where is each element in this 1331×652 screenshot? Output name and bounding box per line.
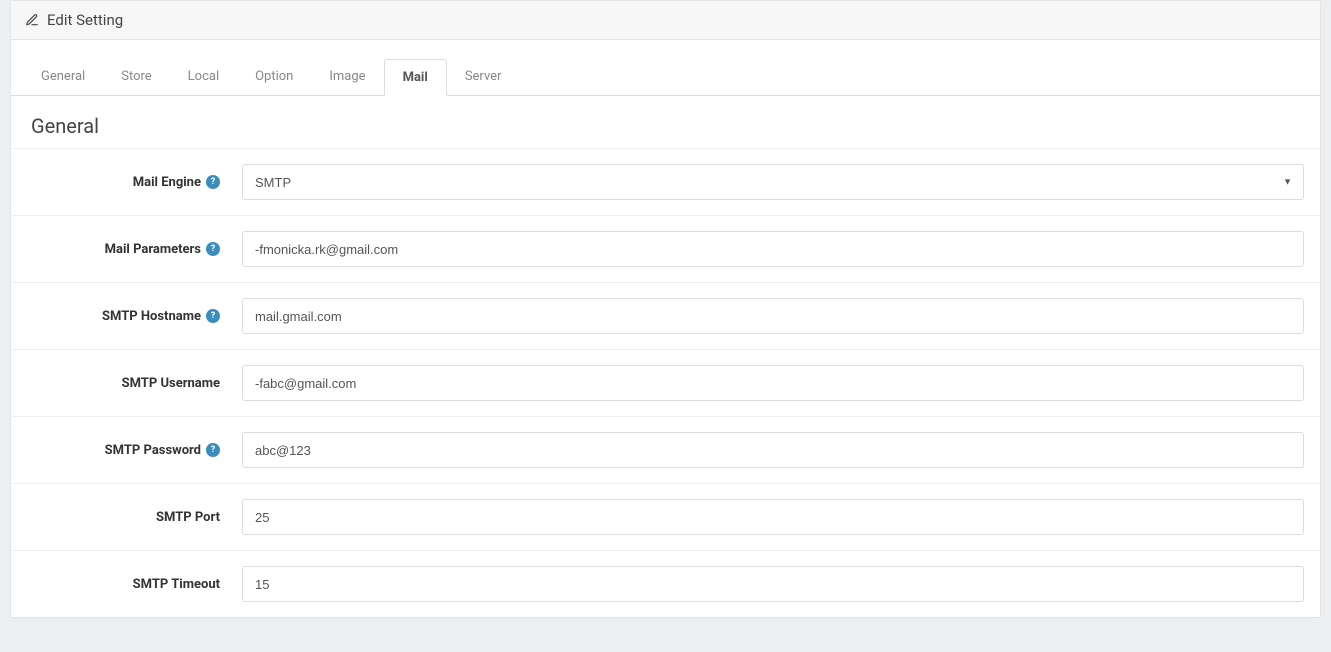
label-smtp-timeout: SMTP Timeout — [27, 577, 242, 592]
help-icon[interactable]: ? — [206, 443, 220, 457]
row-smtp-timeout: SMTP Timeout — [11, 551, 1320, 617]
row-smtp-username: SMTP Username — [11, 350, 1320, 417]
help-icon[interactable]: ? — [206, 175, 220, 189]
label-smtp-port: SMTP Port — [27, 510, 242, 525]
label-text-smtp-port: SMTP Port — [156, 510, 220, 525]
label-text-smtp-username: SMTP Username — [122, 376, 220, 391]
label-text-smtp-timeout: SMTP Timeout — [133, 577, 220, 592]
row-smtp-password: SMTP Password ? — [11, 417, 1320, 484]
row-mail-parameters: Mail Parameters ? — [11, 216, 1320, 283]
label-mail-parameters: Mail Parameters ? — [27, 242, 242, 257]
label-smtp-hostname: SMTP Hostname ? — [27, 309, 242, 324]
row-smtp-hostname: SMTP Hostname ? — [11, 283, 1320, 350]
panel-body: General Store Local Option Image Mail Se… — [11, 58, 1320, 617]
panel-header: Edit Setting — [11, 1, 1320, 40]
mail-parameters-input[interactable] — [242, 231, 1304, 267]
label-smtp-password: SMTP Password ? — [27, 443, 242, 458]
tab-general[interactable]: General — [23, 59, 103, 96]
label-text-mail-parameters: Mail Parameters — [105, 242, 201, 257]
smtp-timeout-input[interactable] — [242, 566, 1304, 602]
tab-local[interactable]: Local — [170, 59, 237, 96]
edit-icon — [25, 13, 39, 27]
smtp-username-input[interactable] — [242, 365, 1304, 401]
label-text-smtp-password: SMTP Password — [105, 443, 201, 458]
tab-store[interactable]: Store — [103, 59, 169, 96]
row-smtp-port: SMTP Port — [11, 484, 1320, 551]
label-text-mail-engine: Mail Engine — [133, 175, 201, 190]
mail-engine-select[interactable]: SMTP — [242, 164, 1304, 200]
panel-title: Edit Setting — [47, 11, 123, 29]
help-icon[interactable]: ? — [206, 309, 220, 323]
label-smtp-username: SMTP Username — [27, 376, 242, 391]
section-title: General — [11, 96, 1320, 149]
smtp-password-input[interactable] — [242, 432, 1304, 468]
smtp-port-input[interactable] — [242, 499, 1304, 535]
label-text-smtp-hostname: SMTP Hostname — [102, 309, 201, 324]
tab-option[interactable]: Option — [237, 59, 311, 96]
label-mail-engine: Mail Engine ? — [27, 175, 242, 190]
help-icon[interactable]: ? — [206, 242, 220, 256]
tab-mail[interactable]: Mail — [384, 59, 447, 96]
tab-server[interactable]: Server — [447, 59, 520, 96]
tabs: General Store Local Option Image Mail Se… — [11, 58, 1320, 96]
row-mail-engine: Mail Engine ? SMTP ▼ — [11, 149, 1320, 216]
settings-panel: Edit Setting General Store Local Option … — [10, 0, 1321, 618]
smtp-hostname-input[interactable] — [242, 298, 1304, 334]
tab-image[interactable]: Image — [311, 59, 383, 96]
